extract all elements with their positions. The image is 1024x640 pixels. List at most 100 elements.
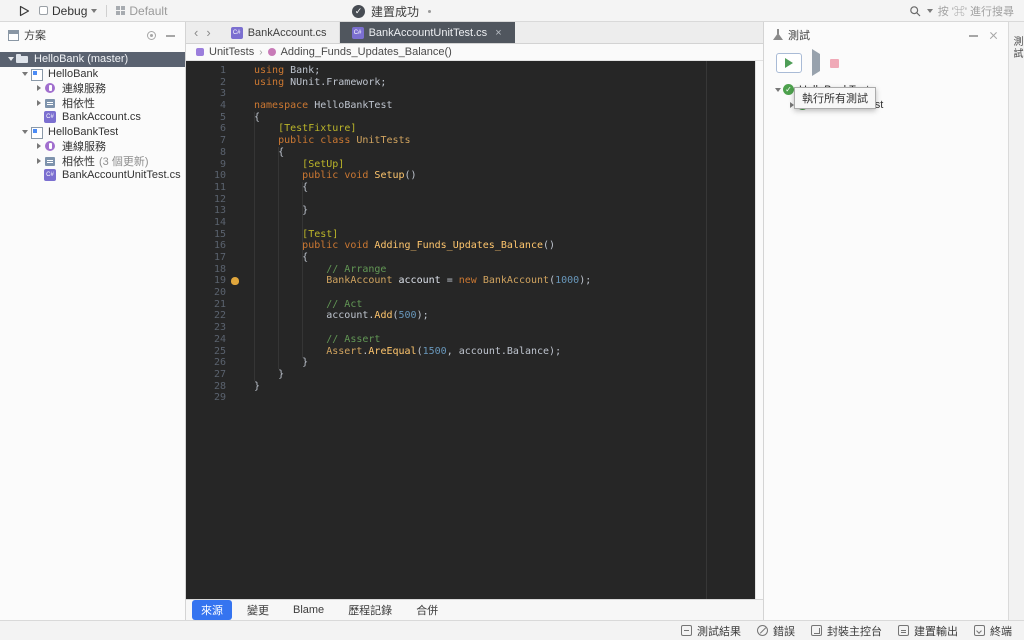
statusbar-item-build-output[interactable]: 建置輸出 [898, 623, 958, 639]
statusbar-item-package-console[interactable]: 封裝主控台 [811, 623, 882, 639]
tree-item[interactable]: 連線服務 [0, 139, 185, 154]
code-text[interactable]: [Test] [254, 229, 338, 241]
line-number[interactable]: 5 [186, 112, 226, 124]
tree-item[interactable]: 相依性 (3 個更新) [0, 154, 185, 169]
run-config-selector[interactable]: Debug [39, 4, 98, 18]
tree-item[interactable]: 相依性 [0, 96, 185, 111]
bottom-tab-變更[interactable]: 變更 [238, 600, 278, 620]
line-number[interactable]: 9 [186, 159, 226, 171]
hide-panel-icon[interactable] [165, 29, 177, 41]
profile-selector[interactable]: Default [116, 4, 167, 18]
code-text[interactable]: // Assert [254, 334, 380, 346]
close-tab-icon[interactable]: × [495, 27, 501, 39]
search-everywhere[interactable]: 按 '⌘' 進行搜尋 [909, 0, 1014, 22]
code-editor[interactable]: 1 using Bank; 2 using NUnit.Framework; 3 4 nam… [186, 61, 763, 599]
line-number[interactable]: 7 [186, 135, 226, 147]
line-number[interactable]: 8 [186, 147, 226, 159]
statusbar-item-terminal[interactable]: 終端 [974, 623, 1012, 639]
line-number[interactable]: 20 [186, 287, 226, 299]
lightbulb-icon[interactable] [231, 277, 239, 286]
code-text[interactable]: // Arrange [254, 264, 386, 276]
line-number[interactable]: 2 [186, 77, 226, 89]
line-number[interactable]: 10 [186, 170, 226, 182]
code-text[interactable]: using Bank; [254, 65, 320, 77]
line-number[interactable]: 15 [186, 229, 226, 241]
line-number[interactable]: 18 [186, 264, 226, 276]
run-icon[interactable] [18, 5, 30, 17]
code-text[interactable]: public class UnitTests [254, 135, 410, 147]
line-number[interactable]: 25 [186, 346, 226, 358]
line-number[interactable]: 6 [186, 123, 226, 135]
line-number[interactable]: 17 [186, 252, 226, 264]
tree-item[interactable]: BankAccount.cs [0, 110, 185, 125]
code-text[interactable]: account.Add(500); [254, 310, 428, 322]
tree-item[interactable]: HelloBankTest [0, 125, 185, 140]
code-text[interactable]: [TestFixture] [254, 123, 356, 135]
code-text[interactable]: } [254, 381, 260, 393]
locate-file-icon[interactable] [145, 29, 157, 41]
code-text[interactable]: } [254, 369, 284, 381]
editor-tab[interactable]: BankAccountUnitTest.cs × [339, 22, 515, 43]
line-number[interactable]: 1 [186, 65, 226, 77]
code-text[interactable]: namespace HelloBankTest [254, 100, 393, 112]
line-number[interactable]: 13 [186, 205, 226, 217]
code-text[interactable]: } [254, 205, 308, 217]
code-text[interactable]: public void Setup() [254, 170, 416, 182]
code-text[interactable]: { [254, 182, 308, 194]
bottom-tab-Blame[interactable]: Blame [284, 602, 333, 618]
expand-arrow-icon[interactable] [5, 57, 16, 61]
code-text[interactable]: BankAccount account = new BankAccount(10… [254, 275, 591, 287]
line-number[interactable]: 14 [186, 217, 226, 229]
minimize-panel-icon[interactable] [968, 29, 980, 41]
tree-item[interactable]: BankAccountUnitTest.cs [0, 168, 185, 183]
code-text[interactable]: Assert.AreEqual(1500, account.Balance); [254, 346, 561, 358]
code-text[interactable]: { [254, 252, 308, 264]
code-text[interactable]: { [254, 112, 260, 124]
code-text[interactable]: public void Adding_Funds_Updates_Balance… [254, 240, 555, 252]
statusbar-item-errors[interactable]: 錯誤 [757, 623, 795, 639]
run-selected-tests-button[interactable] [812, 49, 820, 76]
expand-arrow-icon[interactable] [33, 143, 44, 149]
build-status[interactable]: 建置成功 [352, 0, 432, 22]
dock-tab-tests[interactable]: 測試 [1009, 36, 1024, 60]
line-number[interactable]: 26 [186, 357, 226, 369]
code-text[interactable]: using NUnit.Framework; [254, 77, 386, 89]
line-number[interactable]: 11 [186, 182, 226, 194]
line-number[interactable]: 12 [186, 194, 226, 206]
expand-arrow-icon[interactable] [19, 130, 30, 134]
bottom-tab-合併[interactable]: 合併 [407, 600, 447, 620]
expand-arrow-icon[interactable] [33, 100, 44, 106]
tree-item[interactable]: HelloBank (master) [0, 52, 185, 67]
bottom-tab-歷程記錄[interactable]: 歷程記錄 [339, 600, 401, 620]
breadcrumb-item[interactable]: Adding_Funds_Updates_Balance() [281, 46, 452, 58]
expand-arrow-icon[interactable] [19, 72, 30, 76]
line-number[interactable]: 29 [186, 392, 226, 404]
statusbar-item-test-results[interactable]: 測試結果 [681, 623, 741, 639]
line-number[interactable]: 27 [186, 369, 226, 381]
line-number[interactable]: 23 [186, 322, 226, 334]
code-text[interactable]: { [254, 147, 284, 159]
nav-back-icon[interactable]: ‹ [194, 25, 198, 40]
tree-item[interactable]: HelloBank [0, 67, 185, 82]
code-text[interactable]: [SetUp] [254, 159, 344, 171]
run-all-tests-button[interactable] [776, 53, 802, 73]
stop-tests-button[interactable] [830, 58, 839, 68]
expand-arrow-icon[interactable] [33, 85, 44, 91]
line-number[interactable]: 22 [186, 310, 226, 322]
expand-arrow-icon[interactable] [772, 88, 783, 92]
line-number[interactable]: 21 [186, 299, 226, 311]
line-number[interactable]: 4 [186, 100, 226, 112]
line-number[interactable]: 3 [186, 88, 226, 100]
line-number[interactable]: 24 [186, 334, 226, 346]
editor-tab[interactable]: BankAccount.cs [219, 22, 340, 43]
bottom-tab-來源[interactable]: 來源 [192, 600, 232, 620]
breadcrumb-item[interactable]: UnitTests [209, 46, 254, 58]
line-number[interactable]: 16 [186, 240, 226, 252]
expand-arrow-icon[interactable] [33, 158, 44, 164]
error-stripe[interactable] [755, 61, 763, 599]
close-panel-icon[interactable] [988, 29, 1000, 41]
tree-item[interactable]: 連線服務 [0, 81, 185, 96]
line-number[interactable]: 28 [186, 381, 226, 393]
line-number[interactable]: 19 [186, 275, 226, 287]
nav-forward-icon[interactable]: › [206, 25, 210, 40]
